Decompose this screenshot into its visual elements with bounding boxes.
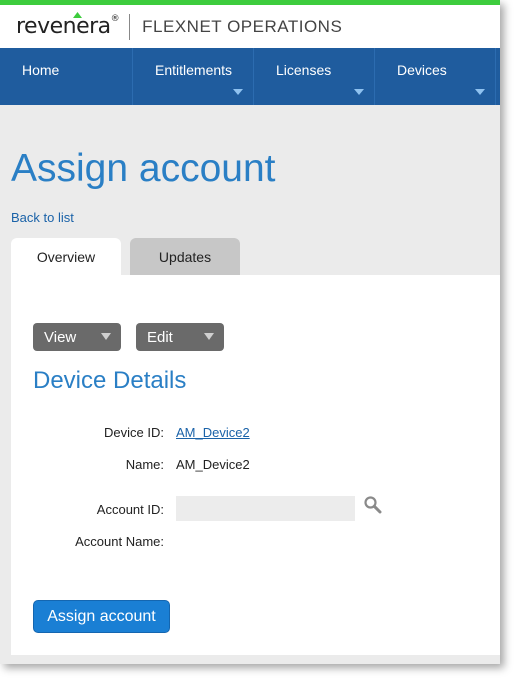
chevron-down-icon bbox=[101, 333, 111, 340]
nav-item-label: Devices bbox=[397, 62, 447, 78]
nav-item-label: Home bbox=[22, 62, 60, 78]
edit-menu-button[interactable]: Edit bbox=[136, 323, 224, 351]
revenera-logo[interactable]: revenera® bbox=[16, 12, 120, 39]
nav-item-devices[interactable]: Devices bbox=[375, 48, 496, 105]
name-label: Name: bbox=[125, 457, 164, 472]
search-icon[interactable] bbox=[363, 495, 383, 515]
account-name-label: Account Name: bbox=[75, 534, 164, 549]
chevron-down-icon bbox=[233, 89, 243, 95]
assign-account-button[interactable]: Assign account bbox=[33, 600, 170, 633]
brand-divider bbox=[129, 13, 131, 40]
page-title: Assign account bbox=[11, 147, 276, 190]
edit-menu-label: Edit bbox=[147, 328, 173, 346]
app-window: revenera® FLEXNET OPERATIONS Home Entitl… bbox=[0, 0, 500, 664]
tab-content-panel: View Edit Device Details Device ID: AM_D… bbox=[11, 275, 500, 655]
account-id-label: Account ID: bbox=[96, 502, 164, 517]
nav-item-label: Entitlements bbox=[155, 62, 233, 78]
device-id-link[interactable]: AM_Device2 bbox=[176, 425, 250, 440]
nav-item-entitlements[interactable]: Entitlements bbox=[133, 48, 254, 105]
nav-item-licenses[interactable]: Licenses bbox=[254, 48, 375, 105]
view-menu-button[interactable]: View bbox=[33, 323, 121, 351]
leaf-icon bbox=[73, 12, 82, 18]
chevron-down-icon bbox=[475, 89, 485, 95]
main-nav: Home Entitlements Licenses Devices bbox=[0, 48, 500, 105]
tab-overview[interactable]: Overview bbox=[11, 238, 121, 275]
logo-text: revenera bbox=[16, 14, 111, 39]
product-name: FLEXNET OPERATIONS bbox=[142, 16, 343, 36]
chevron-down-icon bbox=[354, 89, 364, 95]
section-title: Device Details bbox=[33, 367, 187, 394]
chevron-down-icon bbox=[204, 333, 214, 340]
brand-bar: revenera® FLEXNET OPERATIONS bbox=[0, 5, 500, 48]
back-to-list-link[interactable]: Back to list bbox=[11, 210, 74, 225]
name-value: AM_Device2 bbox=[176, 457, 250, 472]
nav-item-home[interactable]: Home bbox=[0, 48, 133, 105]
nav-item-label: Licenses bbox=[276, 62, 332, 78]
device-id-label: Device ID: bbox=[104, 425, 164, 440]
view-menu-label: View bbox=[44, 328, 77, 346]
tab-updates[interactable]: Updates bbox=[130, 238, 240, 275]
account-id-input[interactable] bbox=[176, 496, 355, 521]
